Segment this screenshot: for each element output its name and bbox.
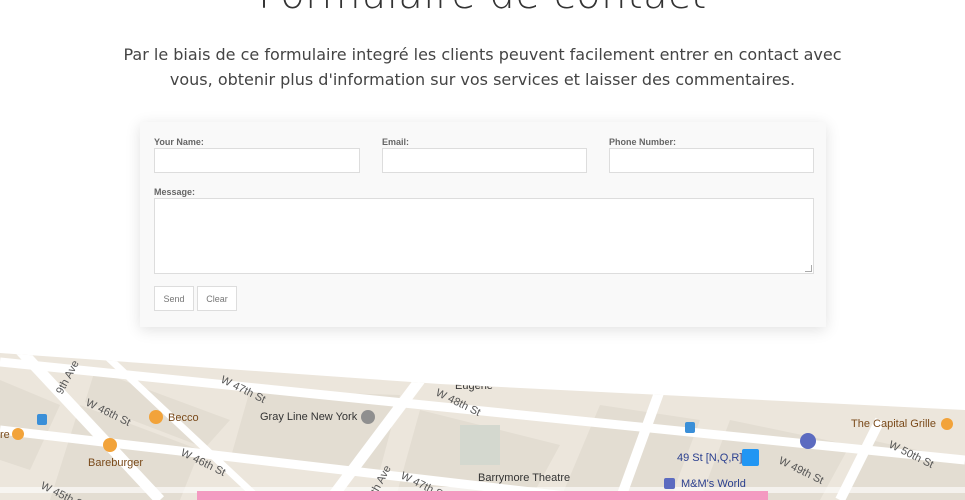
message-wrapper <box>154 198 814 274</box>
poi-becco-label: Becco <box>168 412 199 424</box>
poi-becco[interactable]: Becco <box>149 410 199 424</box>
poi-gray-line-label: Gray Line New York <box>260 411 358 423</box>
message-field[interactable] <box>154 198 814 274</box>
map-canvas[interactable]: W 47th St W 46th St W 46th St W 45th St … <box>0 350 965 500</box>
poi-bareburger-label: Bareburger <box>88 457 143 469</box>
page-title: Formulaire de contact <box>0 0 965 18</box>
subway-icon <box>742 449 759 466</box>
map-building <box>460 425 500 465</box>
contact-form: Your Name: Email: Phone Number: Message:… <box>140 122 826 327</box>
send-button[interactable]: Send <box>154 286 194 311</box>
shopping-icon <box>664 478 675 489</box>
intro-line-1: Par le biais de ce formulaire integré le… <box>123 45 842 64</box>
resize-handle[interactable] <box>805 265 812 272</box>
bank-icon[interactable] <box>800 433 816 449</box>
name-field[interactable] <box>154 148 360 173</box>
message-label: Message: <box>154 187 196 197</box>
phone-field[interactable] <box>609 148 814 173</box>
restaurant-icon <box>12 428 24 440</box>
intro-text: Par le biais de ce formulaire integré le… <box>0 42 965 92</box>
restaurant-icon <box>103 438 117 452</box>
map-info-overlay <box>197 491 768 500</box>
poi-left-edge-label: re <box>0 429 10 441</box>
name-label: Your Name: <box>154 137 204 147</box>
restaurant-icon <box>149 410 163 424</box>
restaurant-icon <box>941 418 953 430</box>
poi-mms-label: M&M's World <box>681 478 746 490</box>
poi-subway-label: 49 St [N,Q,R] <box>677 452 742 464</box>
intro-line-2: vous, obtenir plus d'information sur vos… <box>169 70 796 89</box>
camera-icon <box>361 410 375 424</box>
poi-subway-49st[interactable]: 49 St [N,Q,R] <box>677 449 759 466</box>
transit-icon[interactable] <box>37 414 47 425</box>
poi-barrymore-label: Barrymore Theatre <box>478 472 570 484</box>
poi-capital-grille-label: The Capital Grille <box>851 418 936 430</box>
map[interactable]: W 47th St W 46th St W 46th St W 45th St … <box>0 350 965 500</box>
email-label: Email: <box>382 137 410 147</box>
transit-icon[interactable] <box>685 422 695 433</box>
email-field[interactable] <box>382 148 587 173</box>
phone-label: Phone Number: <box>609 137 677 147</box>
poi-eugene-label: Eugene <box>455 380 493 392</box>
clear-button[interactable]: Clear <box>197 286 237 311</box>
